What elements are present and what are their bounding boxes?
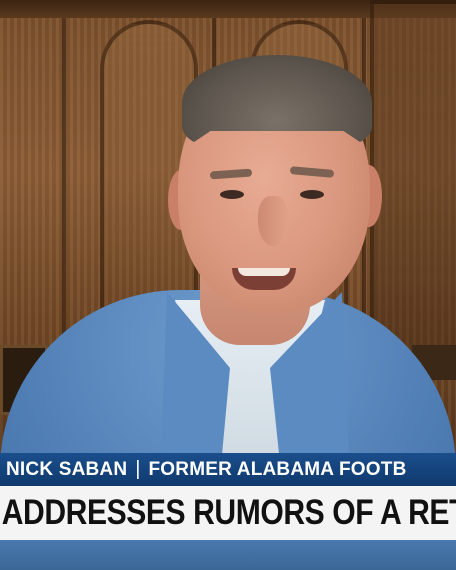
sweater-below-chyron — [0, 540, 456, 570]
headline-bar: ADDRESSES RUMORS OF A RETURN — [0, 486, 456, 540]
nose — [258, 196, 288, 246]
eye-right — [300, 190, 324, 199]
speaker-name: NICK SABAN — [6, 458, 128, 480]
teeth — [238, 268, 290, 276]
headline-text: ADDRESSES RUMORS OF A RETURN — [1, 493, 456, 532]
speaker-title: FORMER ALABAMA FOOTB — [148, 458, 407, 480]
eye-left — [220, 190, 244, 199]
name-separator: | — [135, 458, 141, 480]
video-frame: NICK SABAN | FORMER ALABAMA FOOTB ADDRES… — [0, 0, 456, 570]
wood-door-panel — [370, 0, 456, 364]
name-bar: NICK SABAN | FORMER ALABAMA FOOTB — [0, 453, 456, 486]
